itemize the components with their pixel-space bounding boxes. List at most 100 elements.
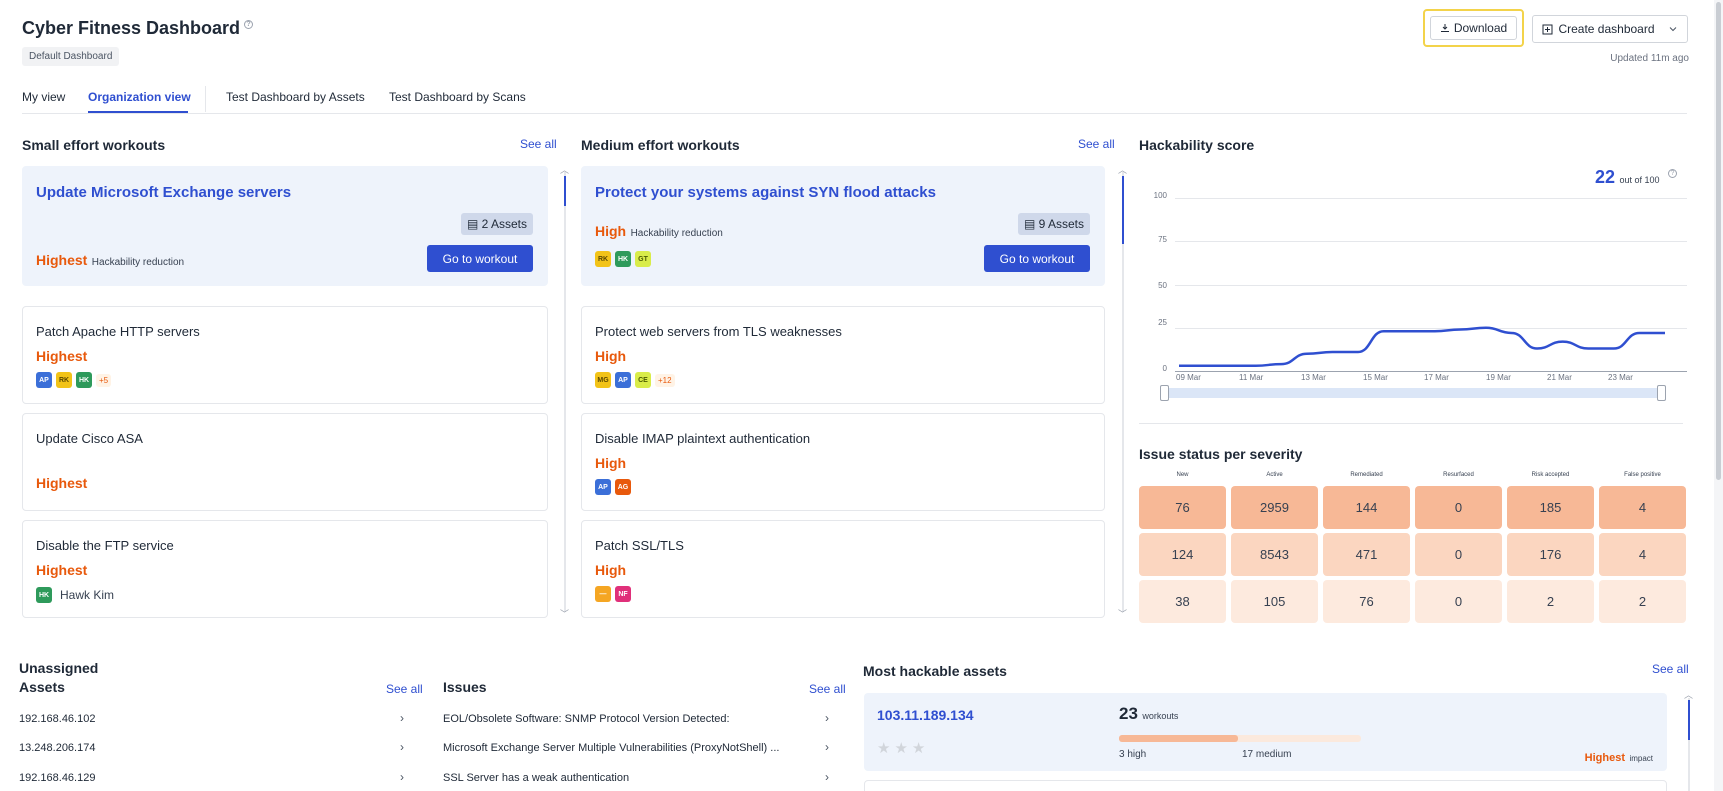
scroll-down-icon[interactable]: ﹀ (1118, 607, 1127, 620)
chevron-right-icon[interactable]: › (400, 770, 404, 784)
avatar: GT (635, 251, 651, 267)
tab-dashboard-by-assets[interactable]: Test Dashboard by Assets (226, 90, 365, 104)
star-icon[interactable]: ★ (877, 740, 894, 757)
assignee-name: Hawk Kim (60, 588, 115, 602)
severity-label: High (595, 348, 627, 364)
severity-column-header: New (1176, 472, 1189, 478)
scroll-up-icon[interactable]: ︿ (1684, 688, 1693, 701)
severity-sub: Hackability reduction (91, 257, 185, 268)
issue-list-item[interactable]: SSL Server has a weak authentication (443, 772, 629, 784)
severity-table-cell[interactable]: 76 (1139, 486, 1226, 529)
small-effort-see-all[interactable]: See all (520, 137, 557, 151)
severity-table-cell[interactable]: 0 (1415, 533, 1502, 576)
workout-title[interactable]: Patch SSL/TLS (595, 538, 684, 553)
star-icon[interactable]: ★ (894, 740, 911, 757)
page-scrollbar[interactable] (1714, 0, 1723, 791)
range-slider-handle-left[interactable] (1160, 385, 1169, 401)
create-dashboard-button[interactable]: Create dashboard (1532, 15, 1688, 43)
asset-list-item[interactable]: 192.168.46.102 (19, 713, 95, 725)
tab-dashboard-by-scans[interactable]: Test Dashboard by Scans (389, 90, 526, 104)
workout-title[interactable]: Update Microsoft Exchange servers (36, 184, 291, 201)
severity-table-cell[interactable]: 0 (1415, 580, 1502, 623)
asset-name[interactable]: 103.11.189.134 (877, 707, 974, 723)
chevron-right-icon[interactable]: › (825, 740, 829, 754)
severity-table-cell[interactable]: 471 (1323, 533, 1410, 576)
workout-card[interactable]: Patch Apache HTTP servers Highest AP RK … (22, 306, 548, 404)
featured-workout-card[interactable]: Protect your systems against SYN flood a… (581, 166, 1105, 286)
hackable-asset-card[interactable] (864, 780, 1667, 791)
tab-my-view[interactable]: My view (22, 90, 65, 104)
impact-label: Highest impact (1585, 748, 1653, 766)
severity-table-cell[interactable]: 4 (1599, 486, 1686, 529)
go-to-workout-button[interactable]: Go to workout (984, 245, 1090, 272)
small-effort-scroll-thumb[interactable] (564, 176, 566, 206)
severity-table-cell[interactable]: 2 (1507, 580, 1594, 623)
avatar: AP (615, 372, 631, 388)
severity-table-cell[interactable]: 105 (1231, 580, 1318, 623)
assets-chip[interactable]: ▤ 9 Assets (1017, 213, 1090, 235)
workout-title[interactable]: Patch Apache HTTP servers (36, 324, 200, 339)
star-icon[interactable]: ★ (912, 740, 929, 757)
star-rating[interactable]: ★★★ (877, 739, 929, 757)
workout-title[interactable]: Protect your systems against SYN flood a… (595, 184, 936, 201)
chevron-right-icon[interactable]: › (825, 711, 829, 725)
tab-organization-view[interactable]: Organization view (88, 90, 191, 104)
avatar: AP (595, 479, 611, 495)
download-button-highlight[interactable]: Download (1423, 9, 1524, 47)
workout-card[interactable]: Protect web servers from TLS weaknesses … (581, 306, 1105, 404)
severity-table-cell[interactable]: 124 (1139, 533, 1226, 576)
x-tick: 15 Mar (1363, 373, 1388, 382)
medium-effort-scroll-thumb[interactable] (1122, 176, 1124, 244)
download-label: Download (1453, 21, 1508, 35)
asset-list-item[interactable]: 192.168.46.129 (19, 772, 95, 784)
workout-title[interactable]: Update Cisco ASA (36, 431, 143, 446)
issue-status-title: Issue status per severity (1139, 446, 1303, 462)
small-effort-scrollbar[interactable] (564, 172, 566, 612)
workout-title[interactable]: Disable IMAP plaintext authentication (595, 431, 810, 446)
unassigned-assets-see-all[interactable]: See all (386, 682, 423, 696)
severity-table-cell[interactable]: 38 (1139, 580, 1226, 623)
workout-card[interactable]: Disable IMAP plaintext authentication Hi… (581, 413, 1105, 511)
go-to-workout-button[interactable]: Go to workout (427, 245, 533, 272)
featured-workout-card[interactable]: Update Microsoft Exchange servers ▤ 2 As… (22, 166, 548, 286)
asset-list-item[interactable]: 13.248.206.174 (19, 742, 95, 754)
most-hackable-scroll-thumb[interactable] (1688, 700, 1690, 740)
most-hackable-see-all[interactable]: See all (1652, 662, 1689, 676)
hackable-asset-card[interactable]: 103.11.189.134 ★★★ 23 workouts 3 high 17… (864, 693, 1667, 771)
avatar: — (595, 586, 611, 602)
workout-card[interactable]: Update Cisco ASA Highest (22, 413, 548, 511)
workout-title[interactable]: Disable the FTP service (36, 538, 174, 553)
severity-table-cell[interactable]: 176 (1507, 533, 1594, 576)
severity-table-cell[interactable]: 76 (1323, 580, 1410, 623)
scroll-up-icon[interactable]: ︿ (1118, 163, 1127, 176)
issue-list-item[interactable]: EOL/Obsolete Software: SNMP Protocol Ver… (443, 713, 730, 725)
severity-table-cell[interactable]: 144 (1323, 486, 1410, 529)
chevron-right-icon[interactable]: › (400, 740, 404, 754)
help-icon[interactable]: ? (1667, 169, 1677, 178)
page-scroll-thumb[interactable] (1716, 2, 1721, 480)
help-icon[interactable]: ? (244, 20, 254, 29)
chevron-right-icon[interactable]: › (400, 711, 404, 725)
download-button[interactable]: Download (1430, 16, 1517, 40)
scroll-down-icon[interactable]: ﹀ (560, 607, 569, 620)
workout-card[interactable]: Disable the FTP service Highest HK Hawk … (22, 520, 548, 618)
range-slider-handle-right[interactable] (1657, 385, 1666, 401)
severity-table-cell[interactable]: 2 (1599, 580, 1686, 623)
issue-list-item[interactable]: Microsoft Exchange Server Multiple Vulne… (443, 742, 779, 754)
workout-card[interactable]: Patch SSL/TLS High — NF (581, 520, 1105, 618)
severity-table-cell[interactable]: 0 (1415, 486, 1502, 529)
workout-title[interactable]: Protect web servers from TLS weaknesses (595, 324, 842, 339)
assets-chip[interactable]: ▤ 2 Assets (460, 213, 533, 235)
unassigned-issues-see-all[interactable]: See all (809, 682, 846, 696)
range-slider-track[interactable] (1164, 388, 1662, 398)
severity-table-cell[interactable]: 4 (1599, 533, 1686, 576)
severity-table-cell[interactable]: 2959 (1231, 486, 1318, 529)
chevron-right-icon[interactable]: › (825, 770, 829, 784)
medium-effort-see-all[interactable]: See all (1078, 137, 1115, 151)
high-count: 3 high (1119, 749, 1147, 760)
severity-table-cell[interactable]: 8543 (1231, 533, 1318, 576)
server-icon: ▤ (1023, 217, 1036, 231)
medium-effort-title: Medium effort workouts (581, 137, 740, 153)
scroll-up-icon[interactable]: ︿ (560, 163, 569, 176)
severity-table-cell[interactable]: 185 (1507, 486, 1594, 529)
